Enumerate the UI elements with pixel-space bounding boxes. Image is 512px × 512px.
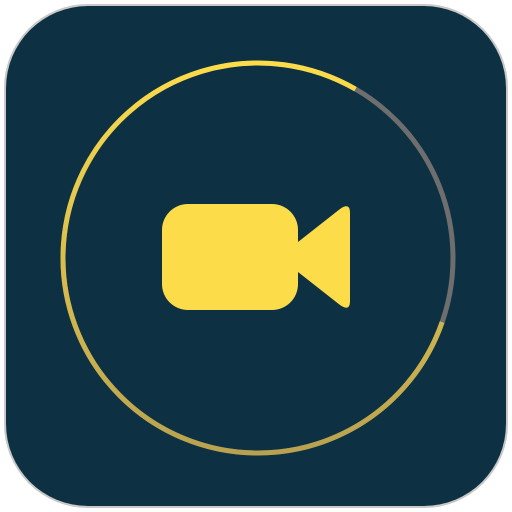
app-icon-artwork [6,6,506,506]
camera-body [162,204,298,310]
app-icon[interactable] [4,4,508,508]
